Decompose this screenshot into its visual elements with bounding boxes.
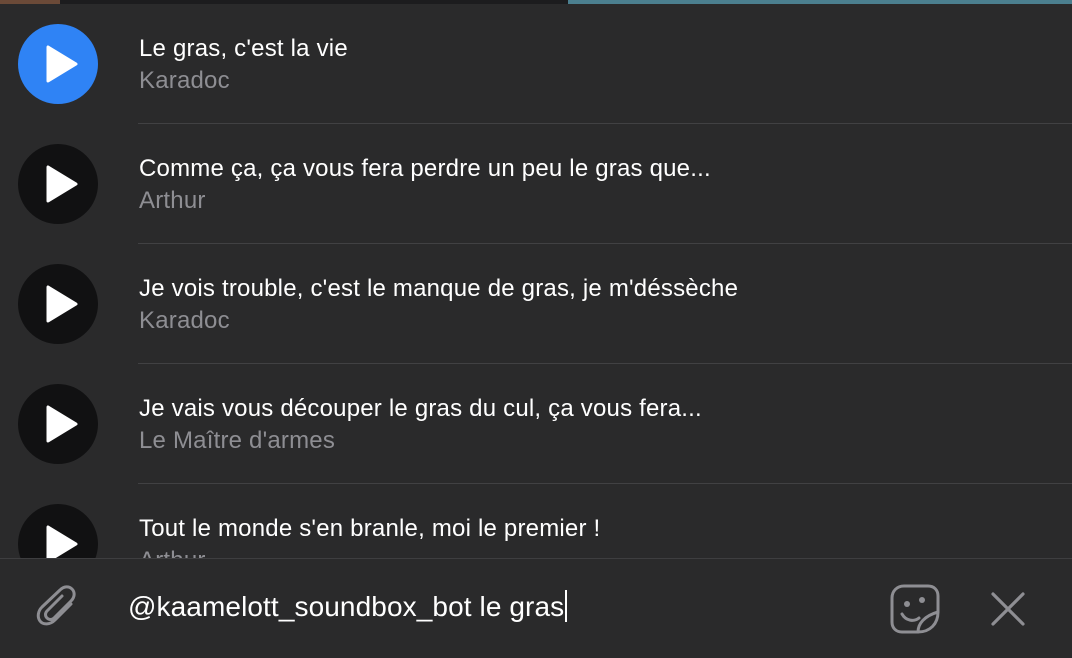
- result-row[interactable]: Je vais vous découper le gras du cul, ça…: [0, 364, 1072, 484]
- play-button[interactable]: [18, 384, 98, 464]
- result-row[interactable]: Tout le monde s'en branle, moi le premie…: [0, 484, 1072, 558]
- play-icon: [46, 165, 78, 203]
- sticker-button[interactable]: [888, 582, 942, 636]
- play-button[interactable]: [18, 144, 98, 224]
- result-title: Le gras, c'est la vie: [139, 35, 348, 62]
- paperclip-icon: [36, 585, 76, 626]
- sticker-icon: [890, 584, 940, 634]
- result-title: Comme ça, ça vous fera perdre un peu le …: [139, 155, 711, 182]
- message-input-bar: @kaamelott_soundbox_bot le gras: [0, 558, 1072, 658]
- result-row[interactable]: Je vois trouble, c'est le manque de gras…: [0, 244, 1072, 364]
- play-icon: [46, 525, 78, 558]
- play-icon: [46, 405, 78, 443]
- result-title: Je vais vous découper le gras du cul, ça…: [139, 395, 702, 422]
- play-button[interactable]: [18, 264, 98, 344]
- close-button[interactable]: [986, 587, 1030, 631]
- result-artist: Arthur: [139, 187, 206, 214]
- message-input[interactable]: @kaamelott_soundbox_bot le gras: [128, 589, 568, 625]
- result-artist: Arthur: [139, 546, 206, 558]
- play-icon: [46, 45, 78, 83]
- play-icon: [46, 285, 78, 323]
- result-title: Tout le monde s'en branle, moi le premie…: [139, 515, 601, 542]
- inline-results-list[interactable]: Le gras, c'est la vie Karadoc Comme ça, …: [0, 4, 1072, 558]
- result-artist: Karadoc: [139, 67, 230, 94]
- play-button[interactable]: [18, 24, 98, 104]
- result-row[interactable]: Comme ça, ça vous fera perdre un peu le …: [0, 124, 1072, 244]
- close-icon: [991, 592, 1025, 626]
- result-artist: Karadoc: [139, 307, 230, 334]
- result-row[interactable]: Le gras, c'est la vie Karadoc: [0, 4, 1072, 124]
- result-artist: Le Maître d'armes: [139, 427, 336, 454]
- result-title: Je vois trouble, c'est le manque de gras…: [139, 275, 739, 302]
- play-button[interactable]: [18, 504, 98, 558]
- message-input-text: @kaamelott_soundbox_bot le gras: [128, 591, 565, 622]
- text-caret: [565, 590, 568, 622]
- attach-button[interactable]: [34, 583, 84, 633]
